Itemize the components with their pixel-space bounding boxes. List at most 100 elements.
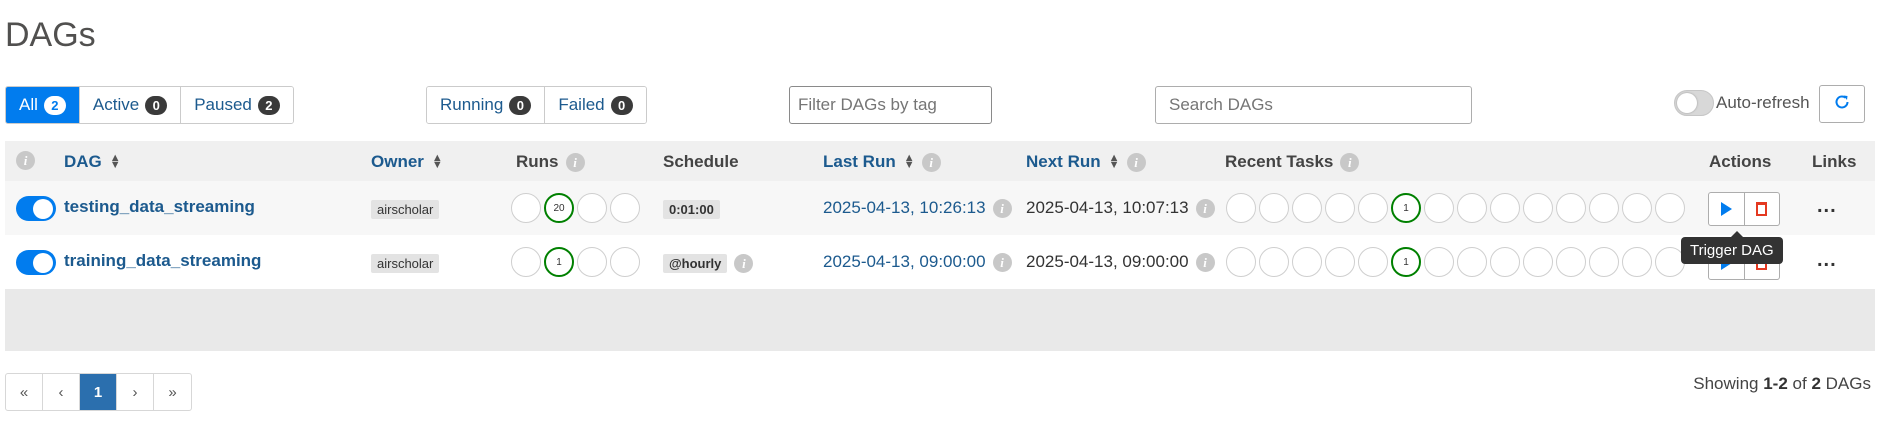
recent-tasks-circles: 1 bbox=[1226, 193, 1688, 223]
filter-all-label: All bbox=[19, 95, 38, 114]
task-state-circle[interactable]: 1 bbox=[1391, 193, 1421, 223]
results-count: Showing 1-2 of 2 DAGs bbox=[1693, 374, 1871, 394]
task-state-circle[interactable] bbox=[1622, 247, 1652, 277]
task-state-circle[interactable] bbox=[1226, 193, 1256, 223]
header-recent-tasks-label: Recent Tasks bbox=[1225, 152, 1334, 171]
filter-failed-button[interactable]: Failed 0 bbox=[545, 87, 646, 123]
header-owner[interactable]: Owner ▲ ▼ bbox=[371, 152, 443, 172]
task-state-circle[interactable] bbox=[1523, 247, 1553, 277]
task-state-circle[interactable] bbox=[1358, 193, 1388, 223]
filter-all-button[interactable]: All 2 bbox=[6, 87, 80, 123]
owner-badge[interactable]: airscholar bbox=[371, 200, 440, 219]
header-recent-tasks: Recent Tasks i bbox=[1225, 152, 1360, 172]
last-run: 2025-04-13, 10:26:13 i bbox=[823, 198, 1012, 218]
info-icon: i bbox=[1126, 152, 1146, 172]
auto-refresh-toggle[interactable] bbox=[1674, 90, 1714, 116]
sort-icon: ▲ ▼ bbox=[1108, 152, 1120, 171]
run-state-circle[interactable] bbox=[610, 247, 640, 277]
auto-refresh-control: Auto-refresh bbox=[1674, 90, 1810, 116]
filter-paused-button[interactable]: Paused 2 bbox=[181, 87, 293, 123]
task-state-circle[interactable] bbox=[1424, 193, 1454, 223]
task-state-circle[interactable] bbox=[1259, 247, 1289, 277]
schedule-badge[interactable]: @hourly bbox=[663, 254, 728, 273]
trigger-dag-button[interactable] bbox=[1709, 193, 1745, 225]
owner-badge[interactable]: airscholar bbox=[371, 254, 440, 273]
task-state-circle[interactable] bbox=[1424, 247, 1454, 277]
header-dag[interactable]: DAG ▲ ▼ bbox=[64, 152, 121, 172]
run-state-circle[interactable] bbox=[577, 193, 607, 223]
header-runs: Runs i bbox=[516, 152, 585, 172]
header-owner-label: Owner bbox=[371, 152, 424, 171]
run-state-circle[interactable] bbox=[610, 193, 640, 223]
refresh-button[interactable] bbox=[1819, 85, 1865, 123]
header-next-run-label: Next Run bbox=[1026, 152, 1101, 171]
auto-refresh-label: Auto-refresh bbox=[1716, 93, 1810, 112]
trash-icon bbox=[1756, 202, 1768, 216]
info-icon: i bbox=[565, 152, 585, 172]
page-button-current[interactable]: 1 bbox=[80, 374, 117, 410]
task-state-circle[interactable] bbox=[1226, 247, 1256, 277]
last-run: 2025-04-13, 09:00:00 i bbox=[823, 252, 1012, 272]
filter-failed-count: 0 bbox=[610, 95, 633, 115]
header-next-run[interactable]: Next Run ▲ ▼ i bbox=[1026, 152, 1146, 172]
dag-link[interactable]: training_data_streaming bbox=[64, 251, 261, 271]
task-state-circle[interactable] bbox=[1556, 193, 1586, 223]
task-state-circle[interactable] bbox=[1490, 247, 1520, 277]
first-page-button[interactable]: « bbox=[6, 374, 43, 410]
search-input[interactable] bbox=[1155, 86, 1472, 124]
run-filter-group: Running 0 Failed 0 bbox=[426, 86, 647, 124]
task-state-circle[interactable] bbox=[1325, 247, 1355, 277]
header-links-label: Links bbox=[1812, 152, 1857, 171]
filter-running-label: Running bbox=[440, 95, 504, 114]
refresh-icon bbox=[1833, 91, 1851, 117]
header-last-run[interactable]: Last Run ▲ ▼ i bbox=[823, 152, 941, 172]
filter-active-label: Active bbox=[92, 95, 140, 114]
delete-dag-button[interactable] bbox=[1745, 193, 1780, 225]
info-icon: i bbox=[16, 151, 35, 170]
last-run-link[interactable]: 2025-04-13, 09:00:00 bbox=[823, 252, 986, 272]
task-state-circle[interactable]: 1 bbox=[1391, 247, 1421, 277]
filter-running-button[interactable]: Running 0 bbox=[427, 87, 546, 123]
task-state-circle[interactable] bbox=[1457, 247, 1487, 277]
task-state-circle[interactable] bbox=[1523, 193, 1553, 223]
sort-icon: ▲ ▼ bbox=[431, 152, 443, 171]
run-state-circle[interactable] bbox=[511, 193, 541, 223]
task-state-circle[interactable] bbox=[1556, 247, 1586, 277]
dag-pause-toggle[interactable] bbox=[16, 196, 56, 221]
last-run-link[interactable]: 2025-04-13, 10:26:13 bbox=[823, 198, 986, 218]
task-state-circle[interactable] bbox=[1259, 193, 1289, 223]
task-state-circle[interactable] bbox=[1292, 193, 1322, 223]
run-state-circle[interactable]: 1 bbox=[544, 247, 574, 277]
next-run: 2025-04-13, 10:07:13 i bbox=[1026, 198, 1215, 218]
task-state-circle[interactable] bbox=[1655, 193, 1685, 223]
run-state-circle[interactable] bbox=[511, 247, 541, 277]
header-actions: Actions bbox=[1709, 152, 1771, 172]
task-state-circle[interactable] bbox=[1325, 193, 1355, 223]
header-links: Links bbox=[1812, 152, 1856, 172]
run-state-circle[interactable]: 20 bbox=[544, 193, 574, 223]
task-state-circle[interactable] bbox=[1589, 247, 1619, 277]
prev-page-button[interactable]: ‹ bbox=[43, 374, 80, 410]
header-dag-label: DAG bbox=[64, 152, 102, 171]
filter-failed-label: Failed bbox=[558, 95, 605, 114]
showing-range: 1-2 bbox=[1763, 374, 1788, 393]
tag-filter-input[interactable] bbox=[789, 86, 992, 124]
next-page-button[interactable]: › bbox=[117, 374, 154, 410]
task-state-circle[interactable] bbox=[1490, 193, 1520, 223]
links-menu-button[interactable]: ... bbox=[1817, 249, 1837, 272]
task-state-circle[interactable] bbox=[1589, 193, 1619, 223]
run-state-circle[interactable] bbox=[577, 247, 607, 277]
task-state-circle[interactable] bbox=[1622, 193, 1652, 223]
info-icon: i bbox=[921, 152, 941, 172]
last-page-button[interactable]: » bbox=[154, 374, 191, 410]
task-state-circle[interactable] bbox=[1358, 247, 1388, 277]
table-row: training_data_streaming airscholar 1 @ho… bbox=[5, 235, 1875, 289]
filter-active-button[interactable]: Active 0 bbox=[79, 87, 182, 123]
table-header: i DAG ▲ ▼ Owner ▲ ▼ Runs i Schedule Last R… bbox=[5, 141, 1875, 181]
links-menu-button[interactable]: ... bbox=[1817, 195, 1837, 218]
task-state-circle[interactable] bbox=[1292, 247, 1322, 277]
dag-link[interactable]: testing_data_streaming bbox=[64, 197, 255, 217]
task-state-circle[interactable] bbox=[1457, 193, 1487, 223]
dag-pause-toggle[interactable] bbox=[16, 250, 56, 275]
schedule-badge[interactable]: 0:01:00 bbox=[663, 200, 720, 219]
